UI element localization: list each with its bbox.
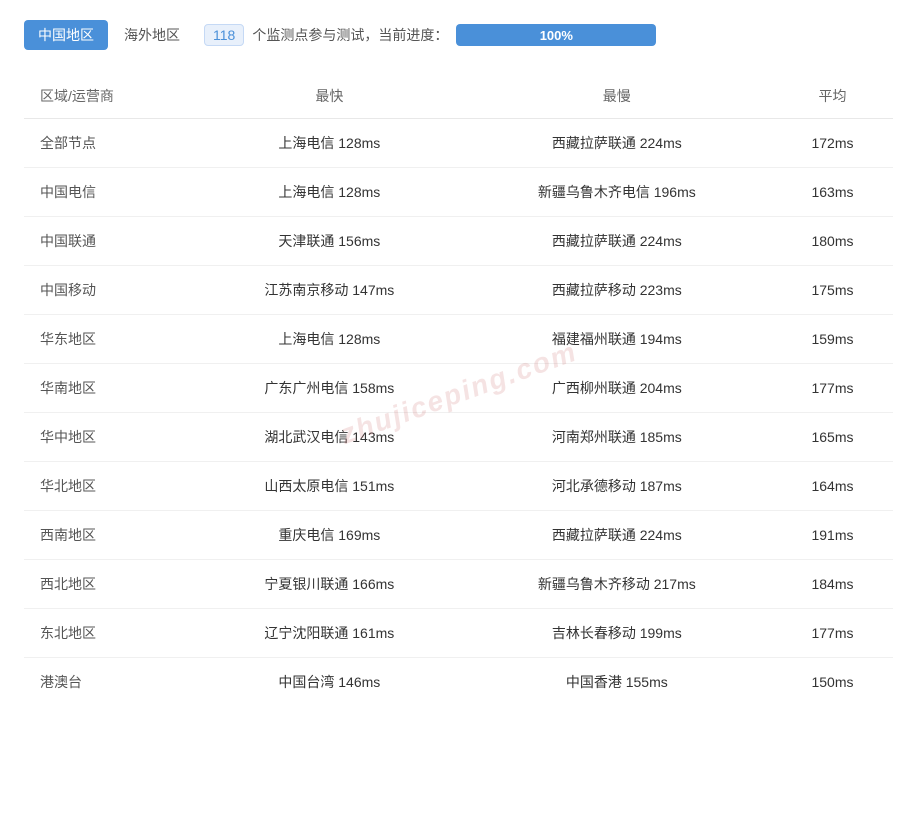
cell-avg: 163ms bbox=[772, 168, 893, 217]
cell-fastest: 天津联通 156ms bbox=[197, 217, 462, 266]
cell-fastest: 上海电信 128ms bbox=[197, 119, 462, 168]
table-row: 华东地区上海电信 128ms福建福州联通 194ms159ms bbox=[24, 315, 893, 364]
cell-region: 华中地区 bbox=[24, 413, 197, 462]
cell-avg: 180ms bbox=[772, 217, 893, 266]
data-table-wrapper: zhujiceping.com 区域/运营商 最快 最慢 平均 全部节点上海电信… bbox=[24, 74, 893, 706]
cell-region: 东北地区 bbox=[24, 609, 197, 658]
cell-slowest: 吉林长春移动 199ms bbox=[462, 609, 772, 658]
cell-region: 中国电信 bbox=[24, 168, 197, 217]
cell-region: 中国移动 bbox=[24, 266, 197, 315]
cell-fastest: 上海电信 128ms bbox=[197, 168, 462, 217]
cell-slowest: 新疆乌鲁木齐电信 196ms bbox=[462, 168, 772, 217]
table-row: 全部节点上海电信 128ms西藏拉萨联通 224ms172ms bbox=[24, 119, 893, 168]
col-region: 区域/运营商 bbox=[24, 74, 197, 119]
cell-avg: 172ms bbox=[772, 119, 893, 168]
monitor-info: 118 个监测点参与测试，当前进度： 100% bbox=[204, 24, 656, 46]
cell-slowest: 广西柳州联通 204ms bbox=[462, 364, 772, 413]
cell-fastest: 辽宁沈阳联通 161ms bbox=[197, 609, 462, 658]
cell-fastest: 重庆电信 169ms bbox=[197, 511, 462, 560]
monitor-count-badge: 118 bbox=[204, 24, 244, 46]
table-row: 中国电信上海电信 128ms新疆乌鲁木齐电信 196ms163ms bbox=[24, 168, 893, 217]
cell-avg: 191ms bbox=[772, 511, 893, 560]
col-slowest: 最慢 bbox=[462, 74, 772, 119]
cell-region: 中国联通 bbox=[24, 217, 197, 266]
progress-label: 100% bbox=[540, 28, 573, 43]
cell-avg: 177ms bbox=[772, 364, 893, 413]
table-row: 华北地区山西太原电信 151ms河北承德移动 187ms164ms bbox=[24, 462, 893, 511]
table-body: 全部节点上海电信 128ms西藏拉萨联通 224ms172ms中国电信上海电信 … bbox=[24, 119, 893, 707]
tab-china[interactable]: 中国地区 bbox=[24, 20, 108, 50]
cell-region: 港澳台 bbox=[24, 658, 197, 707]
table-row: 东北地区辽宁沈阳联通 161ms吉林长春移动 199ms177ms bbox=[24, 609, 893, 658]
cell-region: 西南地区 bbox=[24, 511, 197, 560]
cell-fastest: 广东广州电信 158ms bbox=[197, 364, 462, 413]
col-fastest: 最快 bbox=[197, 74, 462, 119]
cell-fastest: 上海电信 128ms bbox=[197, 315, 462, 364]
cell-slowest: 中国香港 155ms bbox=[462, 658, 772, 707]
cell-slowest: 新疆乌鲁木齐移动 217ms bbox=[462, 560, 772, 609]
cell-region: 西北地区 bbox=[24, 560, 197, 609]
results-table: 区域/运营商 最快 最慢 平均 全部节点上海电信 128ms西藏拉萨联通 224… bbox=[24, 74, 893, 706]
cell-avg: 177ms bbox=[772, 609, 893, 658]
cell-avg: 175ms bbox=[772, 266, 893, 315]
header: 中国地区 海外地区 118 个监测点参与测试，当前进度： 100% bbox=[24, 20, 893, 50]
cell-fastest: 山西太原电信 151ms bbox=[197, 462, 462, 511]
cell-slowest: 河北承德移动 187ms bbox=[462, 462, 772, 511]
table-row: 西北地区宁夏银川联通 166ms新疆乌鲁木齐移动 217ms184ms bbox=[24, 560, 893, 609]
cell-fastest: 中国台湾 146ms bbox=[197, 658, 462, 707]
table-row: 华中地区湖北武汉电信 143ms河南郑州联通 185ms165ms bbox=[24, 413, 893, 462]
cell-fastest: 湖北武汉电信 143ms bbox=[197, 413, 462, 462]
table-header: 区域/运营商 最快 最慢 平均 bbox=[24, 74, 893, 119]
cell-slowest: 福建福州联通 194ms bbox=[462, 315, 772, 364]
cell-slowest: 西藏拉萨联通 224ms bbox=[462, 119, 772, 168]
cell-fastest: 江苏南京移动 147ms bbox=[197, 266, 462, 315]
cell-slowest: 河南郑州联通 185ms bbox=[462, 413, 772, 462]
table-row: 中国联通天津联通 156ms西藏拉萨联通 224ms180ms bbox=[24, 217, 893, 266]
table-row: 中国移动江苏南京移动 147ms西藏拉萨移动 223ms175ms bbox=[24, 266, 893, 315]
cell-avg: 165ms bbox=[772, 413, 893, 462]
cell-region: 华北地区 bbox=[24, 462, 197, 511]
table-row: 港澳台中国台湾 146ms中国香港 155ms150ms bbox=[24, 658, 893, 707]
cell-avg: 159ms bbox=[772, 315, 893, 364]
cell-avg: 150ms bbox=[772, 658, 893, 707]
cell-avg: 184ms bbox=[772, 560, 893, 609]
col-avg: 平均 bbox=[772, 74, 893, 119]
progress-bar: 100% bbox=[456, 24, 656, 46]
cell-region: 华东地区 bbox=[24, 315, 197, 364]
monitor-text: 个监测点参与测试，当前进度： bbox=[252, 25, 448, 45]
cell-avg: 164ms bbox=[772, 462, 893, 511]
cell-slowest: 西藏拉萨联通 224ms bbox=[462, 217, 772, 266]
table-row: 西南地区重庆电信 169ms西藏拉萨联通 224ms191ms bbox=[24, 511, 893, 560]
table-row: 华南地区广东广州电信 158ms广西柳州联通 204ms177ms bbox=[24, 364, 893, 413]
cell-region: 全部节点 bbox=[24, 119, 197, 168]
cell-fastest: 宁夏银川联通 166ms bbox=[197, 560, 462, 609]
cell-region: 华南地区 bbox=[24, 364, 197, 413]
cell-slowest: 西藏拉萨移动 223ms bbox=[462, 266, 772, 315]
tab-overseas[interactable]: 海外地区 bbox=[124, 25, 180, 45]
cell-slowest: 西藏拉萨联通 224ms bbox=[462, 511, 772, 560]
